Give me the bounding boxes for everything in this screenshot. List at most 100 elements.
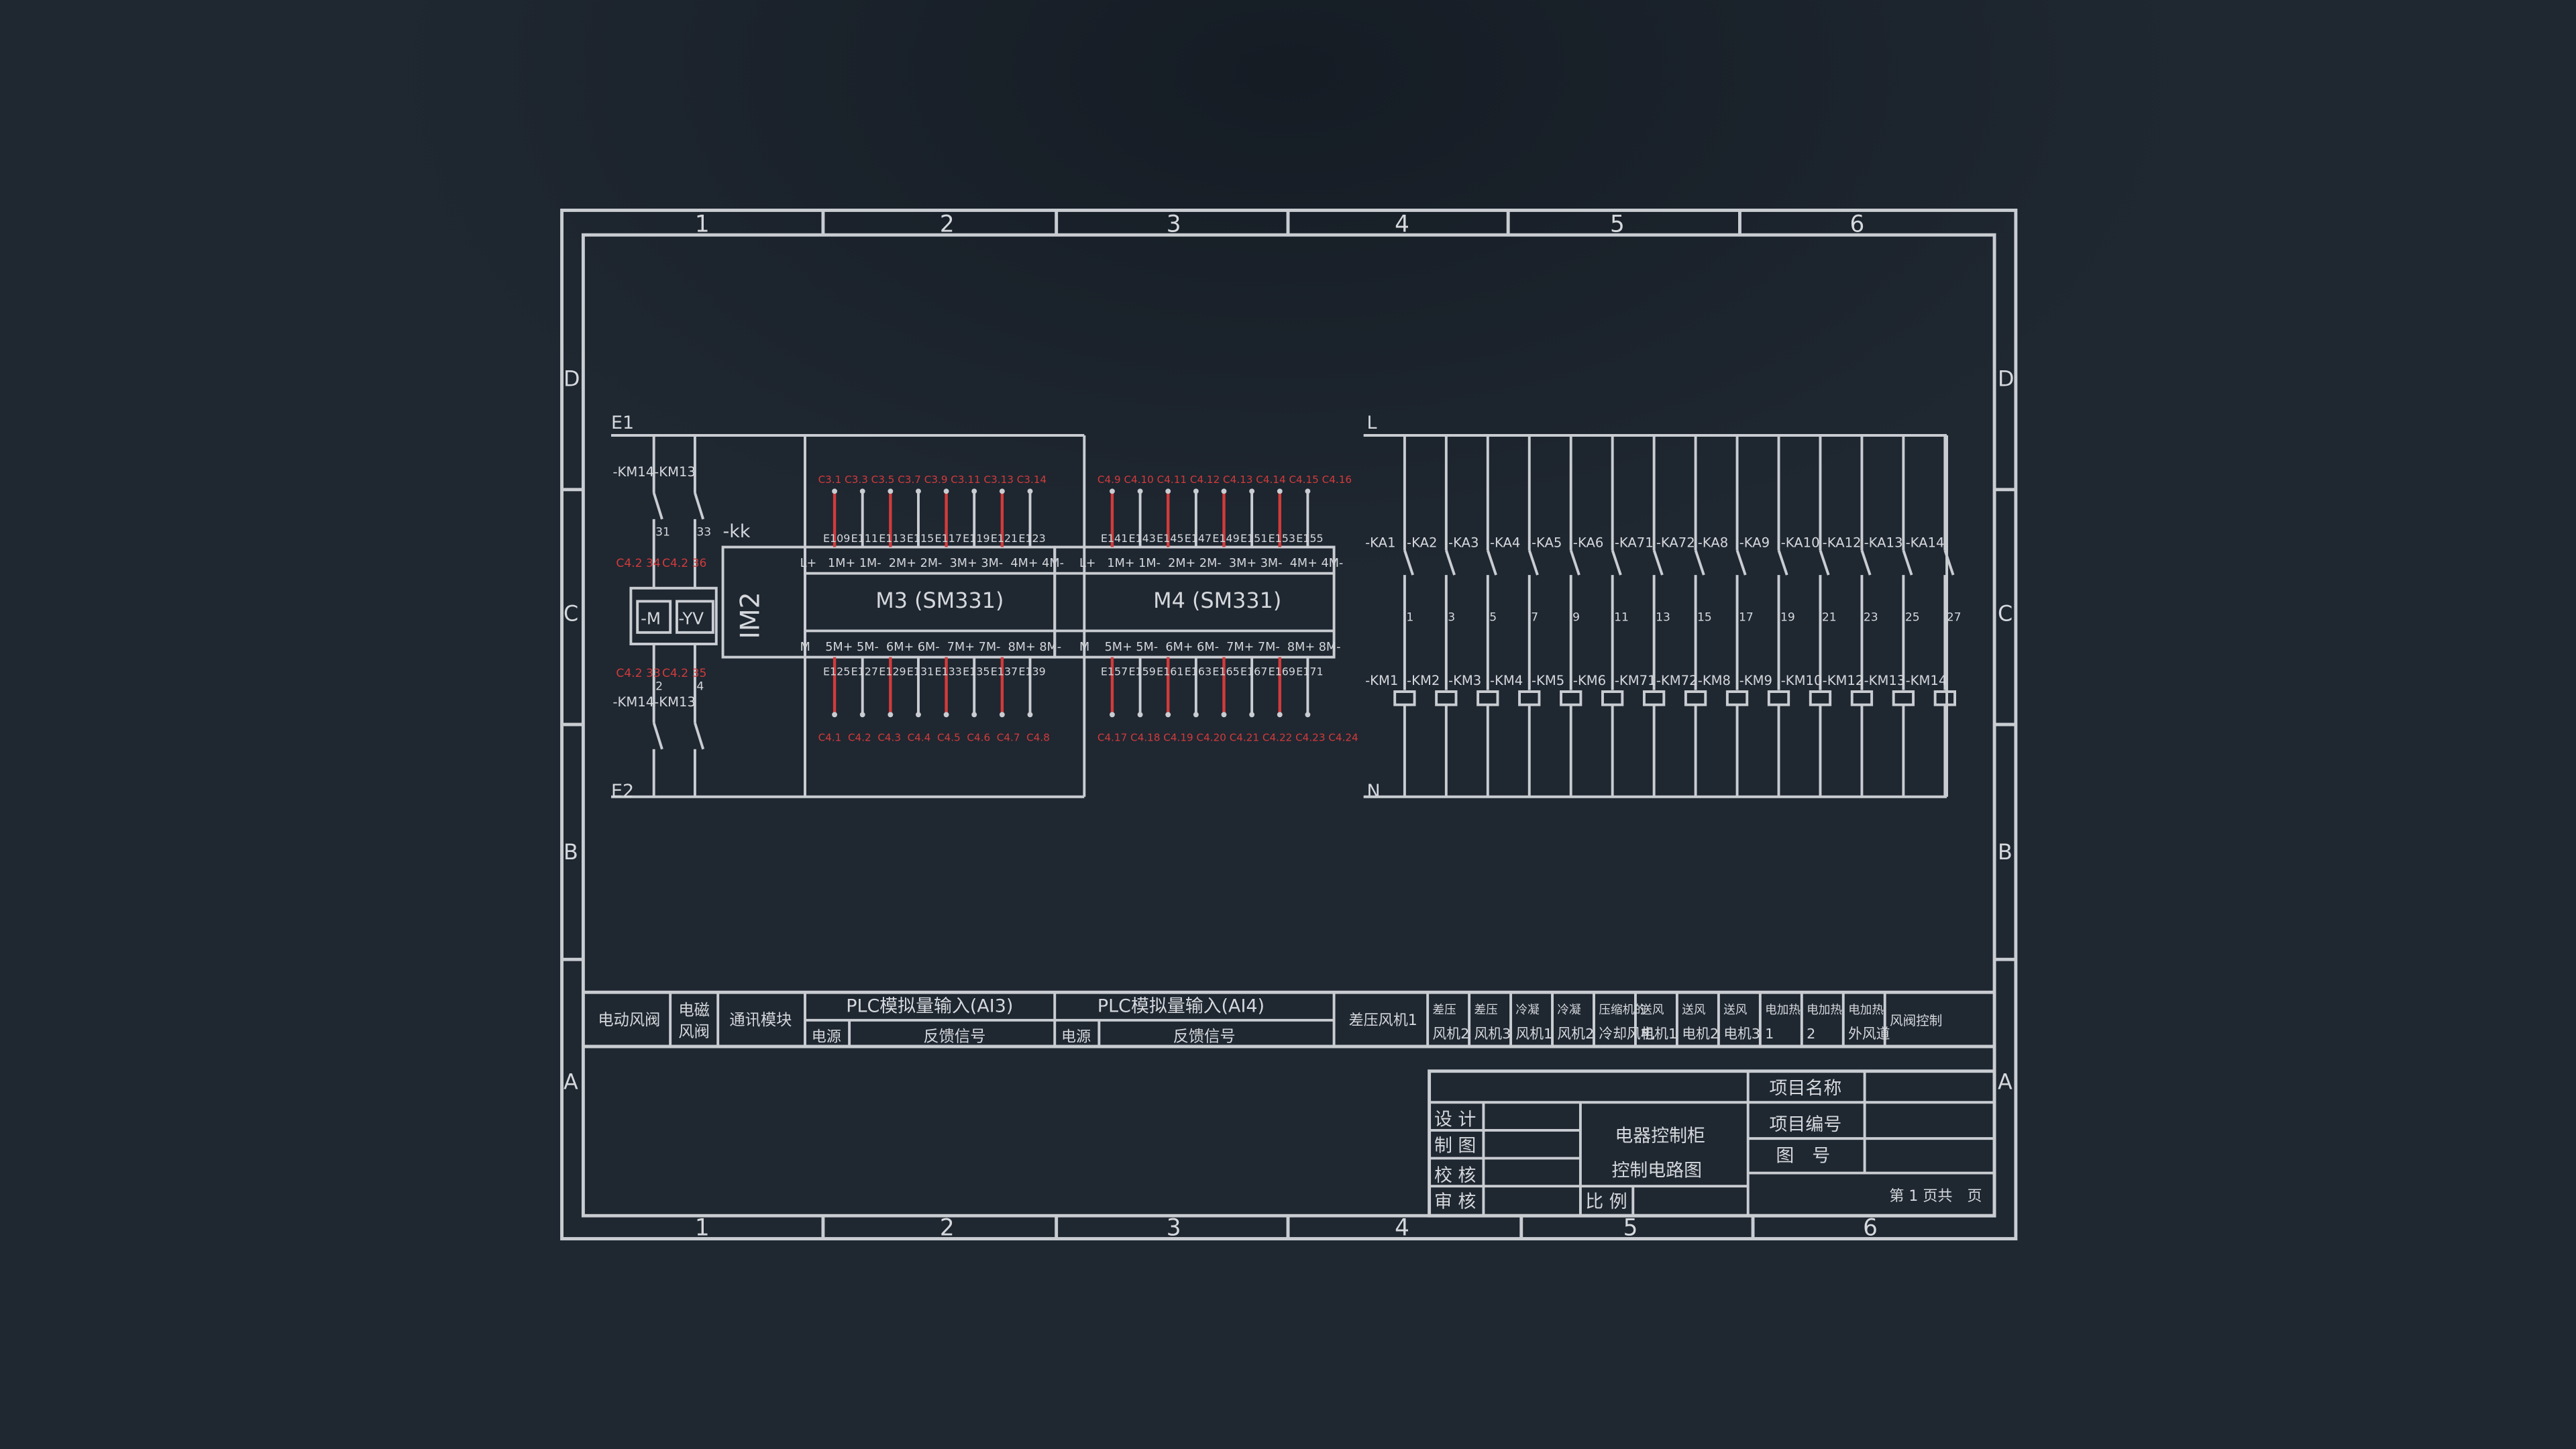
relay-ka-label: -KA2 <box>1407 535 1437 551</box>
terminal-dot <box>888 488 894 494</box>
label-electric-damper: 电动风阀 <box>598 1011 660 1029</box>
relay-number: 25 <box>1905 611 1920 625</box>
m3-top-pins: L+ 1M+ 1M- 2M+ 2M- 3M+ 3M- 4M+ 4M- <box>800 557 1064 570</box>
wire-number: E135 <box>963 665 989 678</box>
terminal-dot <box>943 712 949 718</box>
wire-number: E159 <box>1128 665 1155 678</box>
relay-function-line2: 1 <box>1765 1026 1774 1042</box>
relay-function-line1: 电加热 <box>1848 1003 1884 1017</box>
field-drawing-no: 图 号 <box>1776 1145 1830 1166</box>
row-letter: C <box>564 601 578 627</box>
row-letter: B <box>1998 839 2012 865</box>
terminal-dot <box>999 712 1005 718</box>
col-number: 2 <box>940 1215 955 1242</box>
relay-number: 7 <box>1531 611 1538 625</box>
wire-number: E137 <box>991 665 1018 678</box>
relay-ka-label: -KA9 <box>1739 535 1770 551</box>
row-letter: A <box>564 1069 578 1095</box>
col-number: 2 <box>940 211 955 237</box>
wire-label-red: C4.2 35 <box>662 667 706 680</box>
drawing-title-line2: 控制电路图 <box>1611 1160 1702 1181</box>
relay-km-label: -KM13 <box>1864 673 1906 688</box>
relay-function-line1: 送风 <box>1723 1003 1748 1017</box>
relay-km-label: -KM71 <box>1615 673 1656 688</box>
bus-e1-label: E1 <box>611 413 634 433</box>
terminal-dot <box>1249 712 1255 718</box>
relay-ka-label: -KA14 <box>1906 535 1945 551</box>
wire-number: E167 <box>1240 665 1267 678</box>
relay-ka-label: -KA71 <box>1615 535 1654 551</box>
terminal-dot <box>1277 488 1283 494</box>
wire-number: E139 <box>1018 665 1045 678</box>
terminal-dot <box>859 488 865 494</box>
terminal-dot <box>971 712 977 718</box>
relay-km-label: -KM10 <box>1781 673 1823 688</box>
wire-number: E155 <box>1296 532 1323 545</box>
m4-top-red-labels: C4.9 C4.10 C4.11 C4.12 C4.13 C4.14 C4.15… <box>1097 474 1352 486</box>
terminal-dot <box>916 488 921 494</box>
terminal-number: 31 <box>655 525 670 539</box>
km-top-label: -KM14-KM13 <box>612 464 695 480</box>
m4-bottom-pins: M 5M+ 5M- 6M+ 6M- 7M+ 7M- 8M+ 8M- <box>1079 641 1341 654</box>
terminal-number: 4 <box>696 680 704 694</box>
col-number: 4 <box>1395 1215 1409 1242</box>
relay-number: 23 <box>1864 611 1878 625</box>
wire-number: E109 <box>823 532 850 545</box>
relay-function-line2: 风机3 <box>1474 1026 1511 1042</box>
page-info: 第 1 页共 页 <box>1889 1188 1982 1205</box>
terminal-number: 2 <box>655 680 663 694</box>
relay-function-line2: 风机1 <box>1515 1026 1552 1042</box>
terminal-dot <box>832 712 837 718</box>
bus-n-label: N <box>1367 781 1381 802</box>
label-ai3-power: 电源 <box>812 1029 841 1046</box>
wire-number: E143 <box>1128 532 1155 545</box>
wire-number: E111 <box>851 532 878 545</box>
role-check: 校 核 <box>1434 1165 1476 1186</box>
wire-number: E129 <box>879 665 906 678</box>
label-ai4-feedback: 反馈信号 <box>1173 1028 1236 1046</box>
relay-km-label: -KM72 <box>1656 673 1698 688</box>
relay-ka-label: -KA72 <box>1656 535 1695 551</box>
col-number: 6 <box>1850 211 1865 237</box>
wire-number: E141 <box>1101 532 1128 545</box>
scale-label: 比 例 <box>1585 1191 1627 1212</box>
relay-ka-label: -KA4 <box>1490 535 1520 551</box>
row-letter: C <box>1998 601 2012 627</box>
wire-number: E153 <box>1269 532 1295 545</box>
terminal-dot <box>1027 712 1033 718</box>
relay-function-line2: 电机3 <box>1723 1026 1760 1042</box>
row-letter: A <box>1998 1069 2012 1095</box>
relay-ka-label: -KA8 <box>1698 535 1728 551</box>
wire-number: E157 <box>1101 665 1128 678</box>
relay-ka-label: -KA10 <box>1781 535 1820 551</box>
m4-label: M4 (SM331) <box>1153 588 1281 613</box>
wire-number: E127 <box>851 665 878 678</box>
relay-ka-label: -KA6 <box>1573 535 1603 551</box>
wire-number: E119 <box>963 532 989 545</box>
motor-label: -M <box>641 609 661 629</box>
relay-km-label: -KM6 <box>1573 673 1606 688</box>
relay-function-line1: 差压 <box>1433 1003 1456 1017</box>
role-draft: 制 图 <box>1434 1136 1476 1157</box>
relay-km-label: -KM12 <box>1823 673 1864 688</box>
terminal-dot <box>1110 712 1115 718</box>
relay-function-line2: 风机2 <box>1557 1026 1594 1042</box>
relay-number: 21 <box>1822 611 1837 625</box>
role-review: 审 核 <box>1434 1191 1476 1212</box>
wire-number: E171 <box>1296 665 1323 678</box>
role-design: 设 计 <box>1434 1110 1476 1130</box>
m3-bottom-red-labels: C4.1 C4.2 C4.3 C4.4 C4.5 C4.6 C4.7 C4.8 <box>818 731 1050 743</box>
wire-label-red: C4.2 36 <box>662 557 706 570</box>
terminal-dot <box>888 712 894 718</box>
relay-ka-label: -KA1 <box>1365 535 1395 551</box>
col-number: 1 <box>695 211 710 237</box>
m3-top-red-labels: C3.1 C3.3 C3.5 C3.7 C3.9 C3.11 C3.13 C3.… <box>818 474 1047 486</box>
km-bottom-label: -KM14-KM13 <box>612 694 695 710</box>
row-letter: B <box>564 839 578 865</box>
col-number: 6 <box>1863 1215 1878 1242</box>
terminal-dot <box>943 488 949 494</box>
terminal-dot <box>1305 712 1311 718</box>
bus-l-label: L <box>1367 413 1377 433</box>
kk-label: -kk <box>723 521 751 542</box>
label-solenoid-line1: 电磁 <box>678 1001 710 1019</box>
